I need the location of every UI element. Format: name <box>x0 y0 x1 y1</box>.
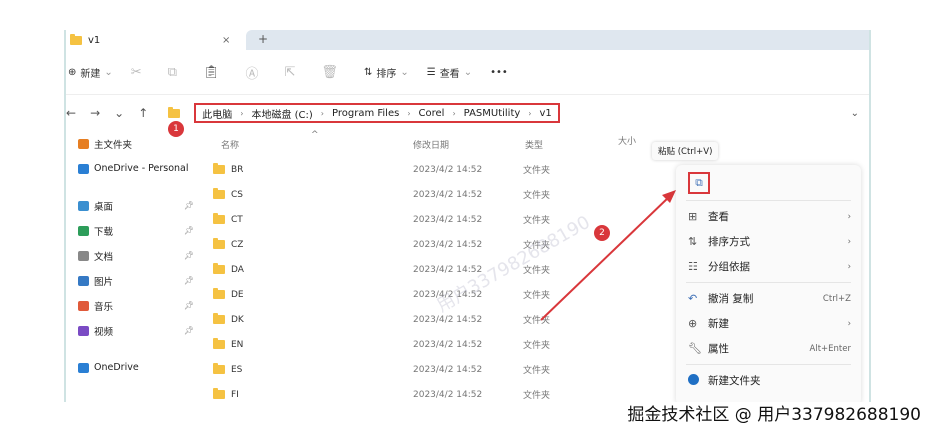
menu-label: 新建 <box>708 318 729 330</box>
chevron-right-icon: › <box>847 318 851 329</box>
chevron-right-icon: › <box>847 211 851 222</box>
menu-new-folder[interactable]: 新建文件夹 <box>676 368 861 393</box>
paste-icon[interactable]: ⧉ <box>688 172 710 194</box>
shortcut: Ctrl+Z <box>822 293 851 304</box>
undo-icon: ↶ <box>688 292 698 305</box>
menu-label: 新建文件夹 <box>708 375 761 387</box>
explorer-window: v1 × + ⊕ 新建 ⌄ ✂ ⧉ 📋︎ Ⓐ ⇱ 🗑︎ ⇅ 排序 ⌄ ☰ 查看 ⌄ ••• ←… <box>64 30 871 402</box>
new-folder-icon <box>688 373 708 388</box>
shortcut: Alt+Enter <box>809 343 851 354</box>
menu-group[interactable]: ☷ 分组依据 › <box>676 254 861 279</box>
menu-label: 撤消 复制 <box>708 293 754 305</box>
watermark: 掘金技术社区 @ 用户337982688190 <box>627 405 921 425</box>
sort-icon: ⇅ <box>688 235 698 248</box>
menu-sort[interactable]: ⇅ 排序方式 › <box>676 229 861 254</box>
menu-label: 分组依据 <box>708 261 750 273</box>
menu-label: 属性 <box>708 343 729 355</box>
wrench-icon: 🔧︎ <box>688 342 702 355</box>
grid-icon: ⊞ <box>688 210 698 223</box>
menu-paste-row: ⧉ <box>676 165 861 197</box>
chevron-right-icon: › <box>847 236 851 247</box>
chevron-right-icon: › <box>847 261 851 272</box>
menu-view[interactable]: ⊞ 查看 › <box>676 204 861 229</box>
context-menu: ⧉ ⊞ 查看 › ⇅ 排序方式 › ☷ 分组依据 › ↶ 撤消 复制 Ctrl+Z ⊕ 新建 › 🔧… <box>676 165 861 402</box>
menu-undo[interactable]: ↶ 撤消 复制 Ctrl+Z <box>676 286 861 311</box>
plus-circle-icon: ⊕ <box>688 317 698 330</box>
menu-properties[interactable]: 🔧︎ 属性 Alt+Enter <box>676 336 861 361</box>
menu-new[interactable]: ⊕ 新建 › <box>676 311 861 336</box>
menu-label: 查看 <box>708 211 729 223</box>
list-icon: ☷ <box>688 260 698 273</box>
menu-label: 排序方式 <box>708 236 750 248</box>
